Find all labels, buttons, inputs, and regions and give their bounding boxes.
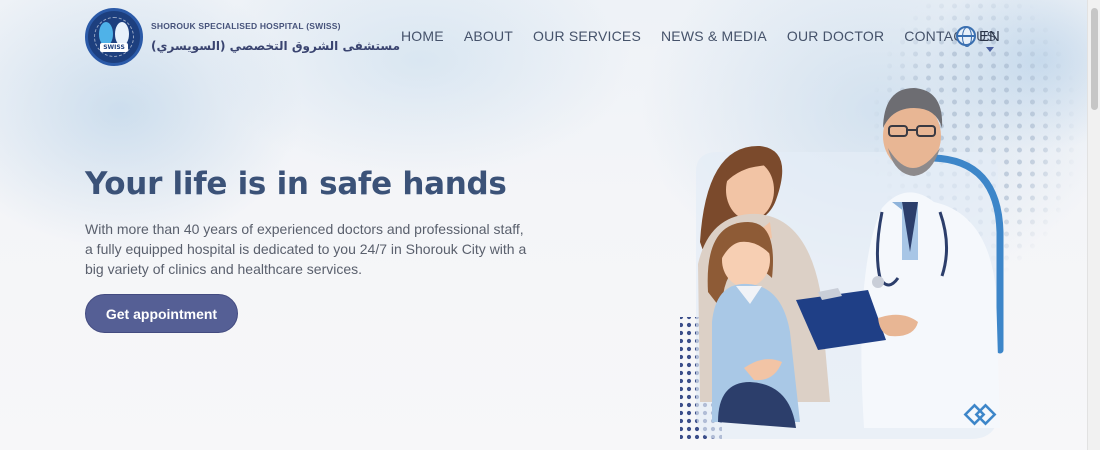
nav-home[interactable]: HOME (401, 28, 444, 44)
chevron-down-icon (986, 47, 994, 52)
scrollbar-thumb[interactable] (1091, 8, 1098, 110)
globe-icon (956, 26, 976, 47)
vertical-scrollbar[interactable] (1087, 0, 1100, 450)
hero-title: Your life is in safe hands (85, 166, 507, 202)
hero-illustration (680, 88, 1004, 439)
get-appointment-button[interactable]: Get appointment (85, 294, 238, 333)
language-selector[interactable]: EN (956, 26, 1000, 52)
site-logo[interactable]: SWISS SHOROUK SPECIALISED HOSPITAL (SWIS… (85, 8, 400, 66)
logo-caption: SWISS (100, 43, 128, 52)
main-nav: HOME ABOUT OUR SERVICES NEWS & MEDIA OUR… (401, 28, 996, 44)
logo-emblem: SWISS (85, 8, 143, 66)
nav-our-services[interactable]: OUR SERVICES (533, 28, 641, 44)
brand-name-en: SHOROUK SPECIALISED HOSPITAL (SWISS) (151, 21, 341, 31)
hero-description: With more than 40 years of experienced d… (85, 221, 527, 277)
nav-our-doctor[interactable]: OUR DOCTOR (787, 28, 884, 44)
nav-about[interactable]: ABOUT (464, 28, 513, 44)
language-label: EN (979, 27, 1000, 45)
brand-name-ar: مستشفى الشروق التخصصي (السويسري) (151, 39, 400, 53)
nav-news-media[interactable]: NEWS & MEDIA (661, 28, 767, 44)
